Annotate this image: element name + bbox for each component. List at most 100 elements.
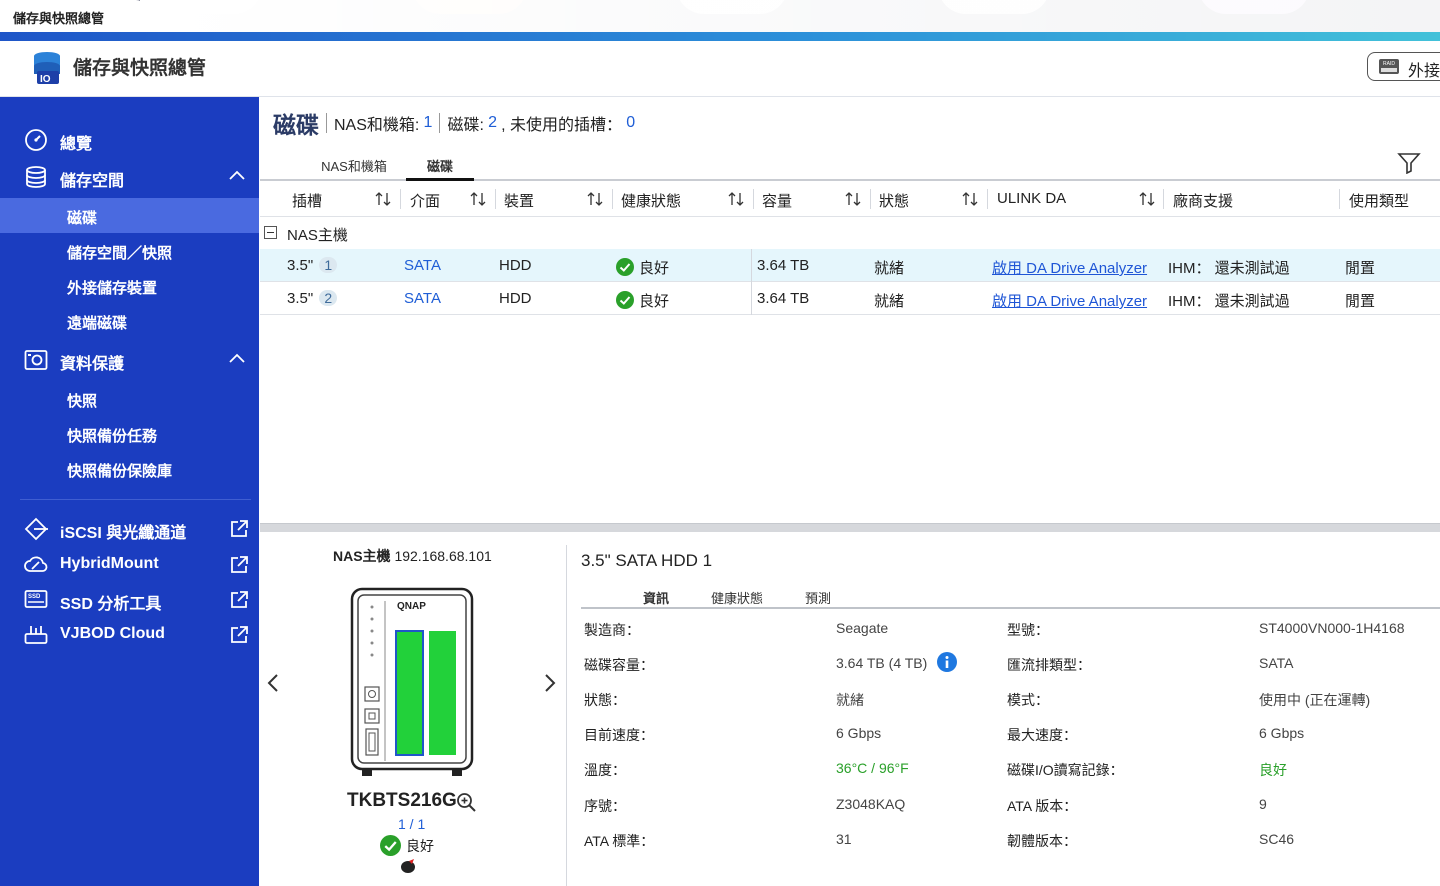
- detail-tabs: 資訊 健康狀態 預測: [581, 583, 1440, 609]
- external-link-icon[interactable]: [229, 590, 249, 610]
- detail-value: ST4000VN000-1H4168: [1259, 620, 1405, 636]
- sidebar-item-label: VJBOD Cloud: [60, 625, 165, 642]
- column-separator[interactable]: [1339, 189, 1340, 209]
- sidebar-item-ssd-profiling[interactable]: SSD SSD 分析工具: [0, 582, 259, 617]
- tab-prediction[interactable]: 預測: [805, 588, 831, 607]
- capacity-cell: 3.64 TB: [757, 290, 810, 307]
- nas-device-image[interactable]: QNAP: [350, 587, 474, 778]
- sort-icon[interactable]: [845, 191, 861, 207]
- external-device-button[interactable]: RAID 外接: [1367, 52, 1440, 81]
- detail-value: SC46: [1259, 831, 1295, 847]
- external-link-icon[interactable]: [229, 519, 249, 539]
- tabstrip-fade: [140, 0, 1440, 32]
- column-separator[interactable]: [753, 189, 754, 209]
- chevron-up-icon[interactable]: [228, 351, 246, 365]
- enable-da-link[interactable]: 啟用 DA Drive Analyzer: [992, 290, 1147, 311]
- detail-label: 狀態：: [584, 692, 626, 708]
- tab-disks[interactable]: 磁碟: [406, 146, 474, 181]
- tab-info[interactable]: 資訊: [643, 588, 669, 607]
- check-circle-icon: [616, 258, 634, 276]
- column-header-usage[interactable]: 使用類型: [1349, 190, 1409, 211]
- sidebar-item-external-storage[interactable]: 外接儲存裝置: [0, 268, 259, 303]
- column-header-capacity[interactable]: 容量: [762, 190, 792, 211]
- drive-bay-1[interactable]: [395, 630, 424, 756]
- sidebar-item-iscsi[interactable]: iSCSI 與光纖通道: [0, 511, 259, 546]
- sidebar-item-label: 儲存空間／快照: [67, 245, 173, 262]
- detail-label: 韌體版本：: [1007, 833, 1077, 849]
- drive-bay-2[interactable]: [429, 631, 456, 755]
- column-header-ulink[interactable]: ULINK DA: [997, 190, 1066, 207]
- column-header-status[interactable]: 狀態: [879, 190, 909, 211]
- sidebar-item-overview[interactable]: 總覽: [0, 122, 259, 157]
- sidebar-item-label: 遠端磁碟: [67, 315, 128, 332]
- column-header-interface[interactable]: 介面: [410, 190, 440, 211]
- zoom-icon[interactable]: [456, 792, 476, 812]
- column-separator[interactable]: [612, 189, 613, 209]
- sidebar-item-storage-snapshots[interactable]: 儲存空間／快照: [0, 233, 259, 268]
- column-divider: [751, 249, 752, 315]
- svg-text:RAID: RAID: [1383, 61, 1395, 67]
- column-separator[interactable]: [400, 189, 401, 209]
- detail-label: 序號：: [584, 798, 626, 814]
- column-separator[interactable]: [870, 189, 871, 209]
- sidebar-item-snapshot-backup-jobs[interactable]: 快照備份任務: [0, 416, 259, 451]
- column-header-device[interactable]: 裝置: [504, 190, 534, 211]
- table-row[interactable]: 3.5" 2 SATA HDD 良好 3.64 TB 就緒 啟用 DA Driv…: [260, 282, 1440, 315]
- sort-icon[interactable]: [375, 191, 391, 207]
- sidebar-item-storage[interactable]: 儲存空間: [0, 159, 259, 194]
- unused-slot-count: 0: [626, 114, 636, 131]
- sort-icon[interactable]: [962, 191, 978, 207]
- column-separator[interactable]: [1163, 189, 1164, 209]
- nas-count-label: NAS和機箱:: [334, 117, 420, 134]
- external-link-icon[interactable]: [229, 555, 249, 575]
- sidebar-item-snapshot-vault[interactable]: 快照備份保險庫: [0, 451, 259, 486]
- slot-number-badge: 2: [319, 290, 338, 306]
- health-cell: 良好: [616, 257, 669, 278]
- table-group-row[interactable]: NAS主機: [260, 217, 1440, 249]
- sort-icon[interactable]: [470, 191, 486, 207]
- sort-icon[interactable]: [1139, 191, 1155, 207]
- svg-text:IO: IO: [40, 74, 51, 85]
- sort-icon[interactable]: [587, 191, 603, 207]
- page-title-row: 磁碟 NAS和機箱: 1 磁碟: 2 , 未使用的插槽： 0: [273, 106, 635, 140]
- sidebar-item-remote-disks[interactable]: 遠端磁碟: [0, 303, 259, 338]
- tab-nas-enclosure[interactable]: NAS和機箱: [310, 146, 398, 181]
- panel-divider: [566, 545, 567, 886]
- disk-count: 2: [488, 114, 497, 131]
- enable-da-link[interactable]: 啟用 DA Drive Analyzer: [992, 257, 1147, 278]
- external-link-icon[interactable]: [229, 625, 249, 645]
- sidebar-item-hybridmount[interactable]: HybridMount: [0, 547, 259, 582]
- panel-splitter[interactable]: [260, 523, 1440, 532]
- nas-header: NAS主機 192.168.68.101: [333, 546, 492, 566]
- column-header-slot[interactable]: 插槽: [292, 190, 322, 211]
- detail-label: 模式：: [1007, 692, 1049, 708]
- sidebar-item-disks[interactable]: 磁碟: [0, 198, 259, 233]
- chevron-left-icon[interactable]: [266, 672, 280, 694]
- ssd-icon: SSD: [24, 590, 48, 608]
- chevron-up-icon[interactable]: [228, 168, 246, 182]
- sidebar-item-data-protection[interactable]: 資料保護: [0, 342, 259, 377]
- info-icon[interactable]: [937, 652, 957, 672]
- detail-value: SATA: [1259, 655, 1294, 671]
- column-header-vendor[interactable]: 廠商支援: [1173, 190, 1233, 211]
- detail-label: 最大速度：: [1007, 727, 1077, 743]
- column-separator[interactable]: [987, 189, 988, 209]
- nas-name: NAS主機: [333, 548, 391, 564]
- nas-ip: 192.168.68.101: [394, 548, 492, 564]
- sidebar-item-label: 快照: [67, 393, 98, 410]
- column-separator[interactable]: [495, 189, 496, 209]
- chevron-right-icon[interactable]: [543, 672, 557, 694]
- detail-label: 型號：: [1007, 622, 1049, 638]
- detail-value: Seagate: [836, 620, 889, 636]
- iscsi-icon: [24, 517, 48, 541]
- filter-icon[interactable]: [1397, 152, 1421, 174]
- collapse-icon[interactable]: [264, 226, 277, 239]
- sidebar-item-vjbod-cloud[interactable]: VJBOD Cloud: [0, 617, 259, 652]
- sort-icon[interactable]: [728, 191, 744, 207]
- tab-health[interactable]: 健康狀態: [711, 588, 763, 607]
- check-circle-icon: [616, 291, 634, 309]
- column-header-health[interactable]: 健康狀態: [621, 190, 681, 211]
- table-row[interactable]: 3.5" 1 SATA HDD 良好 3.64 TB 就緒 啟用 DA Driv…: [260, 249, 1440, 282]
- sidebar-item-snapshots[interactable]: 快照: [0, 381, 259, 416]
- active-app-tab[interactable]: 儲存與快照總管: [0, 0, 150, 32]
